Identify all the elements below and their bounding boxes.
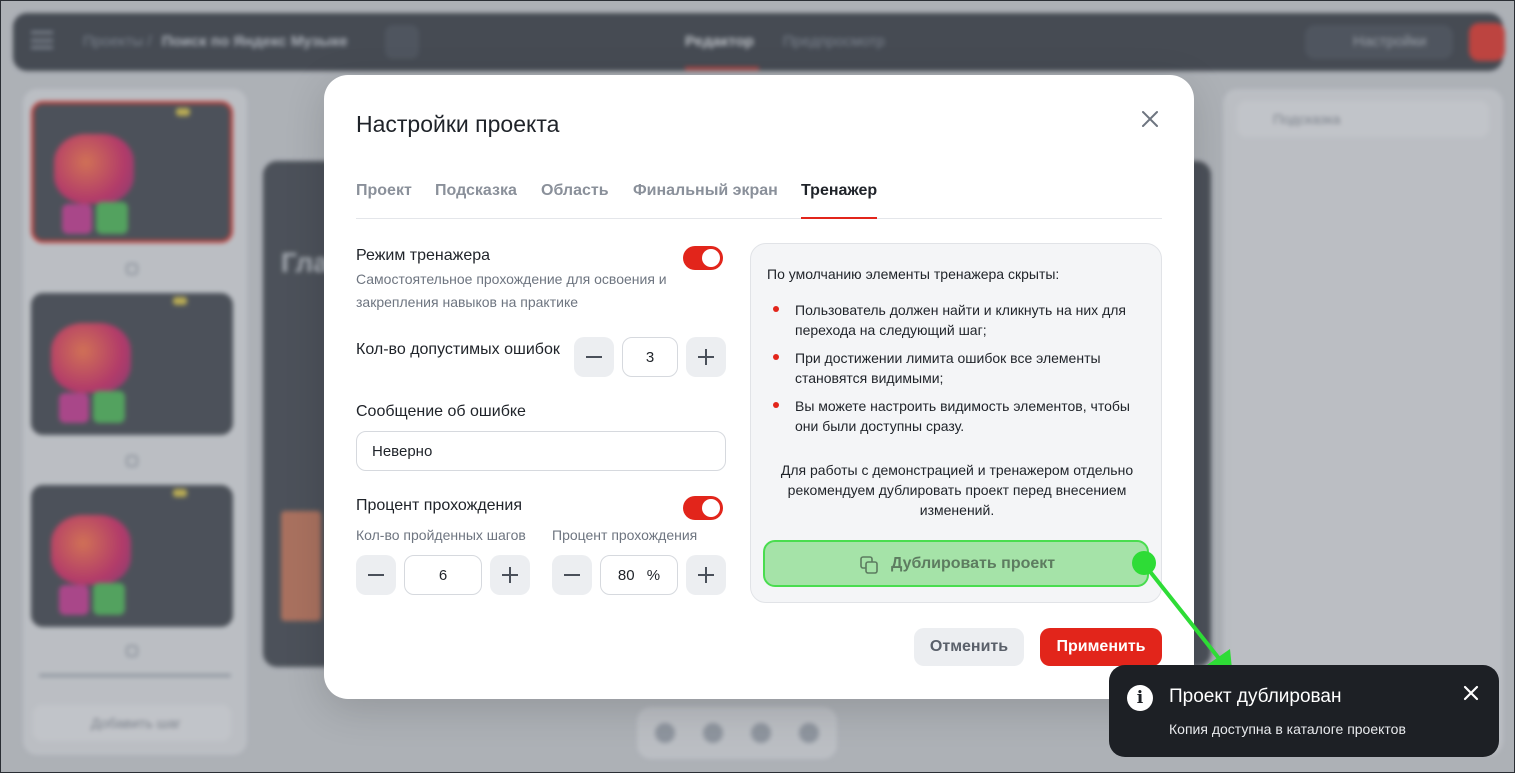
toast-title: Проект дублирован [1169, 686, 1342, 707]
dialog-title: Настройки проекта [356, 111, 560, 137]
notification-toast: i Проект дублирован Копия доступна в кат… [1109, 665, 1499, 757]
trainer-info-box: По умолчанию элементы тренажера скрыты: … [750, 243, 1162, 603]
errors-allowed-input[interactable]: 3 [622, 337, 678, 377]
error-message-label: Сообщение об ошибке [356, 403, 526, 420]
close-icon[interactable] [1138, 107, 1162, 131]
errors-decrement-button[interactable] [574, 337, 614, 377]
project-settings-dialog: Настройки проекта Проект Подсказка Облас… [324, 75, 1194, 699]
pass-percent-label: Процент прохождения [356, 497, 522, 514]
apply-button[interactable]: Применить [1040, 628, 1162, 666]
steps-count-input[interactable]: 6 [404, 555, 482, 595]
info-bullet: При достижении лимита ошибок все элемент… [773, 348, 1143, 388]
trainer-mode-description: Самостоятельное прохождение для освоения… [356, 271, 667, 310]
errors-allowed-label: Кол-во допустимых ошибок [356, 341, 560, 358]
percent-unit: % [646, 567, 661, 584]
copy-icon [860, 556, 878, 574]
info-note: Для работы с демонстрацией и тренажером … [780, 462, 1134, 518]
percent-increment-button[interactable] [686, 555, 726, 595]
settings-tabs: Проект Подсказка Область Финальный экран… [356, 181, 1162, 219]
tab-trainer[interactable]: Тренажер [801, 182, 878, 219]
trainer-mode-toggle[interactable] [683, 246, 723, 270]
percent-input[interactable]: 80 % [600, 555, 678, 595]
toast-text: Копия доступна в каталоге проектов [1169, 721, 1406, 737]
tab-hint[interactable]: Подсказка [435, 182, 517, 200]
pass-percent-toggle[interactable] [683, 496, 723, 520]
error-message-input[interactable]: Неверно [356, 431, 726, 471]
tab-area[interactable]: Область [541, 182, 609, 200]
duplicate-project-button[interactable]: Дублировать проект [763, 540, 1149, 587]
tab-project[interactable]: Проект [356, 182, 412, 200]
info-bullet: Пользователь должен найти и кликнуть на … [773, 300, 1143, 340]
info-bullet: Вы можете настроить видимость элементов,… [773, 396, 1143, 436]
close-icon[interactable] [1461, 683, 1481, 703]
tab-final-screen[interactable]: Финальный экран [633, 182, 778, 200]
percent-label: Процент прохождения [552, 527, 698, 543]
percent-value: 80 [617, 567, 635, 584]
info-icon: i [1127, 685, 1153, 711]
cancel-button[interactable]: Отменить [914, 628, 1024, 666]
errors-increment-button[interactable] [686, 337, 726, 377]
steps-decrement-button[interactable] [356, 555, 396, 595]
trainer-mode-label: Режим тренажера [356, 247, 491, 264]
steps-increment-button[interactable] [490, 555, 530, 595]
steps-count-label: Кол-во пройденных шагов [356, 527, 526, 543]
info-heading: По умолчанию элементы тренажера скрыты: [767, 266, 1060, 282]
percent-decrement-button[interactable] [552, 555, 592, 595]
duplicate-project-label: Дублировать проект [891, 555, 1056, 572]
